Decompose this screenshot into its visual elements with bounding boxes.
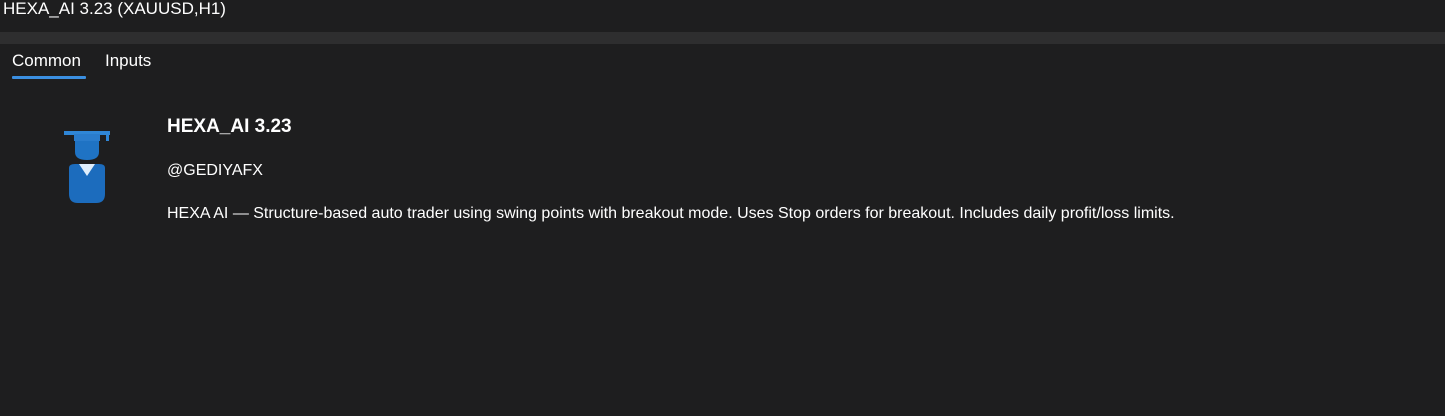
expert-author: @GEDIYAFX [167,162,263,179]
tab-inputs[interactable]: Inputs [105,50,151,72]
title-divider [0,32,1445,44]
expert-description: HEXA AI — Structure-based auto trader us… [167,205,1175,222]
title-bar[interactable]: HEXA_AI 3.23 (XAUUSD,H1) [0,0,1445,32]
expert-properties-window: HEXA_AI 3.23 (XAUUSD,H1) Common Inputs H… [0,0,1445,416]
common-tab-panel: HEXA_AI 3.23 @GEDIYAFX HEXA AI — Structu… [0,82,1445,416]
tab-bar: Common Inputs [0,44,1445,82]
expert-name: HEXA_AI 3.23 [167,116,292,137]
window-title: HEXA_AI 3.23 (XAUUSD,H1) [3,0,226,18]
graduate-cap-icon [62,128,112,206]
tab-common[interactable]: Common [12,50,81,72]
active-tab-indicator [12,76,86,79]
